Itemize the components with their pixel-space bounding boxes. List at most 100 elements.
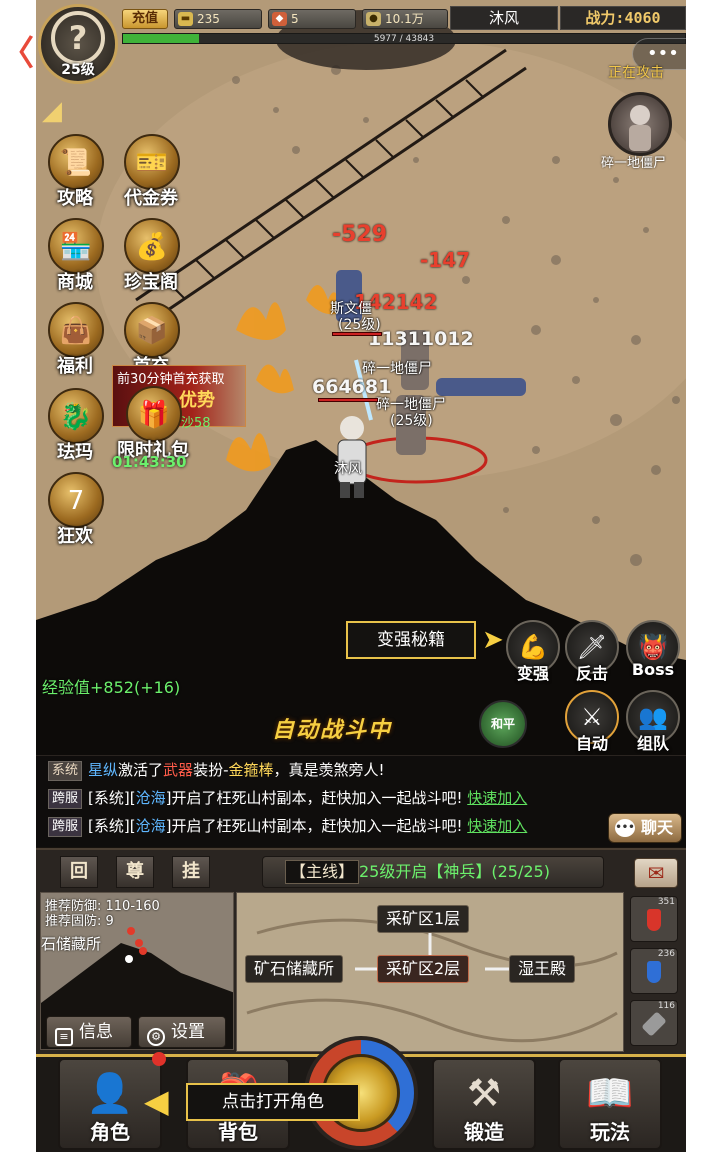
menu-voucher[interactable]: 🎫 代金券 [116, 134, 186, 216]
menu-welfare[interactable]: 👜 福利 [40, 302, 110, 384]
enemy-hp-bar [318, 398, 378, 402]
info-button-label: 信息 [79, 1022, 113, 1042]
edge-mark: 〈 [0, 34, 34, 74]
peace-mode-toggle[interactable]: 和平 [479, 700, 527, 748]
chat-player-name[interactable]: 沧海 [136, 789, 166, 807]
gold-counter: ▬ 235 [174, 9, 262, 29]
vip-button[interactable]: 尊 [116, 856, 154, 888]
team-button[interactable]: 👥 组队 [624, 690, 682, 755]
boss-button[interactable]: 👹 Boss [624, 620, 682, 694]
quick-join-link[interactable]: 快速加入 [467, 817, 527, 835]
player-avatar[interactable]: ? 25级 [38, 4, 118, 84]
nav-forge[interactable]: ⚒ 锻造 [432, 1058, 536, 1150]
battle-scene[interactable]: -529 -147 142142 11311012 664681 斯文僵 (25… [36, 0, 686, 755]
target-portrait[interactable] [608, 92, 672, 156]
button-label: 反击 [575, 664, 608, 683]
stone-icon [641, 1011, 667, 1037]
target-name: 碎一地僵尸 [601, 156, 667, 171]
power-up-tips-button[interactable]: 变强秘籍 [346, 621, 476, 659]
nav-label: 锻造 [464, 1120, 504, 1144]
gem-value: 5 [291, 12, 299, 26]
coin-counter: ● 10.1万 [362, 9, 448, 29]
map-node-current[interactable]: 采矿区2层 [377, 955, 470, 983]
recommended-solid-defense: 推荐固防: 9 [45, 914, 114, 929]
auto-battle-button[interactable]: ⚔ 自动 [563, 690, 621, 755]
coin-value: 10.1万 [385, 12, 424, 26]
potion-count: 236 [657, 949, 675, 959]
arrow-left-icon: ◀ [144, 1082, 169, 1120]
return-button[interactable]: 回 [60, 856, 98, 888]
notification-dot [152, 1052, 166, 1066]
zombie-portrait-icon [629, 105, 651, 151]
menu-label: 珍宝阁 [124, 272, 178, 293]
promo-text: 前30分钟首充获取 [117, 372, 225, 387]
mp-potion-slot[interactable]: 236 [630, 948, 678, 994]
carnival-icon: 7 [67, 486, 85, 516]
idle-button[interactable]: 挂 [172, 856, 210, 888]
menu-label: 福利 [57, 356, 93, 377]
exp-bar: 5977 / 43843 [122, 33, 686, 44]
button-label: 变强 [516, 664, 549, 683]
world-map[interactable]: 采矿区1层 矿石储藏所 采矿区2层 湿王殿 [236, 892, 624, 1052]
map-node[interactable]: 矿石储藏所 [245, 955, 344, 983]
stone-item-slot[interactable]: 116 [630, 1000, 678, 1046]
collapse-menu-icon[interactable]: ◢ [42, 96, 76, 126]
exp-gain-text: 经验值+852(+16) [42, 678, 181, 697]
map-node[interactable]: 湿王殿 [509, 955, 576, 983]
item-count: 116 [657, 1001, 675, 1011]
settings-button[interactable]: ⚙ 设置 [138, 1016, 226, 1048]
hero-name-label: 沐风 [334, 461, 362, 477]
menu-shop[interactable]: 🏪 商城 [40, 218, 110, 300]
menu-treasure[interactable]: 💰 珍宝阁 [116, 218, 186, 300]
quest-text: 25级开启【神兵】(25/25) [359, 862, 550, 881]
chat-text: ]开启了枉死山村副本，赶快加入一起战斗吧! [165, 789, 463, 807]
top-status-bar: 充值 ▬ 235 ◆ 5 ● 10.1万 沐风 战力:4060 5977 / 4… [122, 6, 686, 46]
chat-message: 系统 星纵激活了武器装扮-金箍棒，真是羡煞旁人! [48, 759, 385, 781]
menu-label: 代金券 [124, 188, 178, 209]
gift-icon: 🎁 [137, 400, 171, 430]
enemy-name-label: 碎一地僵尸 [362, 361, 432, 377]
chat-bubble-icon: ••• [615, 819, 635, 837]
quick-join-link[interactable]: 快速加入 [467, 789, 527, 807]
chat-button[interactable]: ••• 聊天 [608, 813, 682, 843]
hero-character[interactable] [324, 410, 380, 500]
anvil-hammer-icon: ⚒ [466, 1071, 502, 1115]
chat-text: 激活了 [118, 761, 164, 779]
info-button[interactable]: ≡ 信息 [46, 1016, 132, 1048]
combat-power: 战力:4060 [560, 6, 686, 30]
arrow-right-icon: ➤ [482, 625, 504, 655]
chat-feed[interactable]: 系统 星纵激活了武器装扮-金箍棒，真是羡煞旁人! 跨服 [系统][沧海]开启了枉死山… [36, 755, 686, 847]
menu-carnival[interactable]: 7 狂欢 [40, 472, 110, 554]
settings-button-label: 设置 [171, 1022, 205, 1042]
chat-text: [系统][ [88, 789, 136, 807]
recharge-button[interactable]: 充值 [122, 9, 168, 29]
button-label: Boss [631, 660, 675, 679]
menu-pet[interactable]: 🐉 珐玛 [40, 388, 110, 470]
menu-label: 商城 [57, 272, 93, 293]
exp-text: 5977 / 43843 [373, 34, 435, 44]
gold-value: 235 [197, 12, 220, 26]
chat-player-name[interactable]: 沧海 [136, 817, 166, 835]
main-quest-tracker[interactable]: 【主线】 25级开启【神兵】(25/25) [262, 856, 604, 888]
button-label: 组队 [636, 734, 669, 753]
mail-icon[interactable]: ✉ [634, 858, 678, 888]
nav-label: 玩法 [590, 1120, 630, 1144]
hp-potion-slot[interactable]: 351 [630, 896, 678, 942]
voucher-icon: 🎫 [135, 148, 169, 178]
blue-potion-icon [647, 961, 661, 983]
enemy-level-label: (25级) [390, 413, 433, 429]
chat-item: 金箍棒 [228, 761, 274, 779]
quest-tag: 【主线】 [285, 860, 360, 884]
nav-gameplay[interactable]: 📖 玩法 [558, 1058, 662, 1150]
counter-attack-button[interactable]: 🗡 反击 [563, 620, 621, 694]
treasure-icon: 💰 [135, 232, 169, 262]
enemy-level-label: (25级) [338, 317, 381, 333]
damage-number: -529 [332, 222, 388, 247]
chat-player-name[interactable]: 星纵 [88, 761, 118, 779]
power-up-button[interactable]: 💪 变强 [504, 620, 562, 694]
gold-ingot-icon: ▬ [178, 12, 193, 26]
damage-number: 11311012 [368, 328, 474, 350]
auto-battle-status: 自动战斗中 [272, 718, 393, 743]
menu-guide[interactable]: 📜 攻略 [40, 134, 110, 216]
map-node[interactable]: 采矿区1层 [377, 905, 470, 933]
